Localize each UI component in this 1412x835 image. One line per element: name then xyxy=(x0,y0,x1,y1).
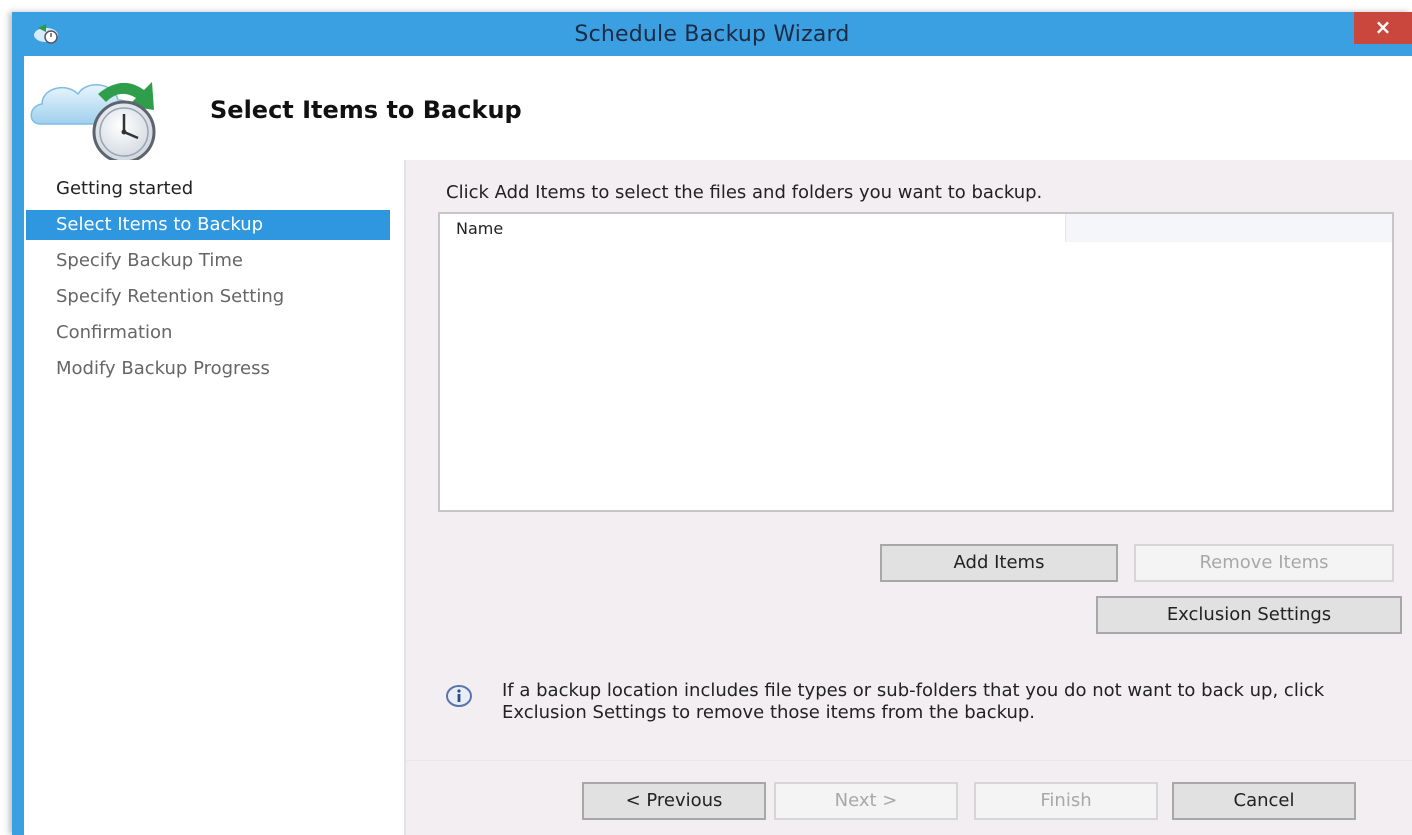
nav-step-confirmation: Confirmation xyxy=(56,322,173,343)
window-title: Schedule Backup Wizard xyxy=(574,22,850,47)
instruction-text: Click Add Items to select the files and … xyxy=(446,182,1043,203)
wizard-client-area: Select Items to Backup Getting started S… xyxy=(24,56,1412,835)
title-bar: Schedule Backup Wizard × xyxy=(12,12,1412,56)
add-items-button[interactable]: Add Items xyxy=(880,544,1118,582)
nav-step-select-items: Select Items to Backup xyxy=(26,210,390,240)
list-header: Name xyxy=(440,214,1392,242)
nav-step-backup-time: Specify Backup Time xyxy=(56,250,243,271)
footer-divider xyxy=(406,760,1412,761)
nav-step-getting-started: Getting started xyxy=(56,178,194,199)
cancel-button[interactable]: Cancel xyxy=(1172,782,1356,820)
page-title: Select Items to Backup xyxy=(210,96,522,124)
exclusion-settings-button[interactable]: Exclusion Settings xyxy=(1096,596,1402,634)
wizard-window: Schedule Backup Wizard × Select Items to… xyxy=(12,12,1412,835)
exclusion-info-text: If a backup location includes file types… xyxy=(502,680,1325,723)
wizard-content: Click Add Items to select the files and … xyxy=(406,160,1412,835)
finish-button[interactable]: Finish xyxy=(974,782,1158,820)
column-header-name[interactable]: Name xyxy=(440,214,1066,242)
nav-step-modify-progress: Modify Backup Progress xyxy=(56,358,270,379)
next-button[interactable]: Next > xyxy=(774,782,958,820)
remove-items-button[interactable]: Remove Items xyxy=(1134,544,1394,582)
wizard-steps-nav: Getting started Select Items to Backup S… xyxy=(24,160,406,835)
wizard-header: Select Items to Backup xyxy=(24,56,1412,162)
items-list[interactable]: Name xyxy=(438,212,1394,512)
close-button[interactable]: × xyxy=(1354,12,1412,44)
previous-button[interactable]: < Previous xyxy=(582,782,766,820)
info-icon xyxy=(446,685,472,707)
nav-step-retention: Specify Retention Setting xyxy=(56,286,285,307)
cloud-clock-icon xyxy=(30,82,156,162)
